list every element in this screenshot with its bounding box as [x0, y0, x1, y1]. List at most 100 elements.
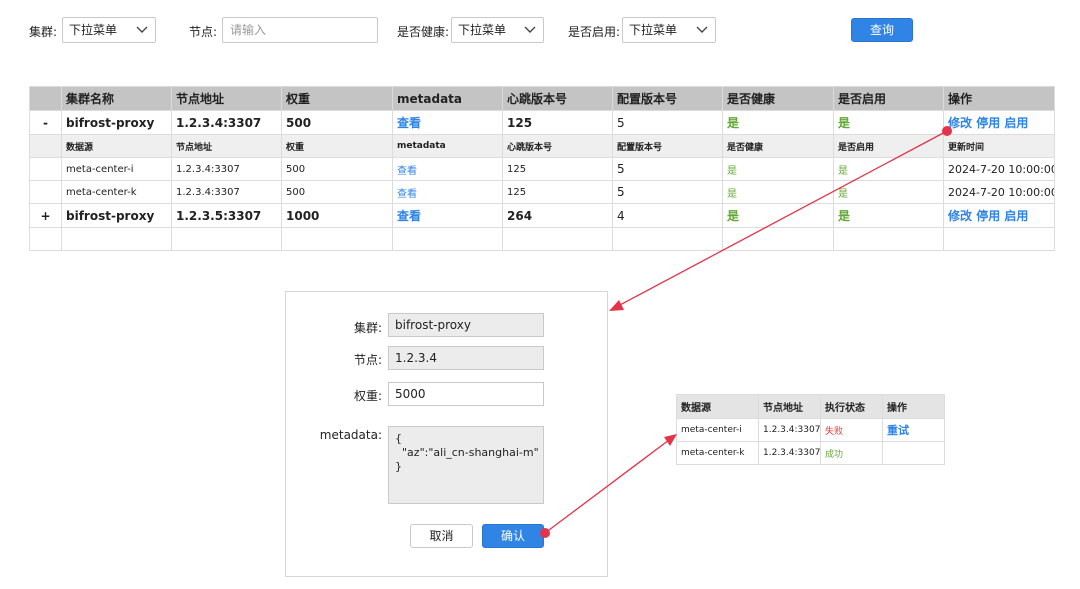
chevron-down-icon — [696, 26, 708, 33]
status-badge: 失败 — [820, 418, 883, 442]
cluster-name-cell: bifrost-proxy — [61, 203, 172, 228]
empty-cell — [29, 227, 62, 251]
form-cluster-label: 集群: — [353, 321, 382, 335]
edit-link[interactable]: 修改 — [948, 209, 972, 223]
collapse-toggle[interactable]: - — [29, 110, 62, 135]
confirm-button[interactable]: 确认 — [482, 524, 544, 548]
disable-link[interactable]: 停用 — [976, 116, 1000, 130]
enabled-cell: 是 — [833, 203, 944, 228]
weight-cell: 500 — [281, 157, 393, 181]
table-row: - bifrost-proxy 1.2.3.4:3307 500 查看 125 … — [29, 110, 1055, 135]
cluster-filter-label: 集群: — [29, 25, 58, 39]
empty-cell — [171, 227, 282, 251]
enable-link[interactable]: 启用 — [1004, 209, 1028, 223]
healthy-cell: 是 — [722, 157, 834, 181]
config-version-cell: 4 — [612, 203, 723, 228]
query-button[interactable]: 查询 — [851, 18, 913, 42]
arrow-head-icon — [609, 300, 624, 311]
sub-header-cell: 是否健康 — [722, 134, 834, 158]
sub-header-cell: 权重 — [281, 134, 393, 158]
enabled-filter-label: 是否启用: — [568, 25, 621, 39]
status-header-cell: 数据源 — [676, 394, 759, 419]
enabled-select-value: 下拉菜单 — [629, 23, 678, 37]
status-header-cell: 操作 — [882, 394, 945, 419]
disable-link[interactable]: 停用 — [976, 209, 1000, 223]
metadata-view-link[interactable]: 查看 — [392, 157, 503, 181]
actions-cell: 修改 停用 启用 — [943, 203, 1055, 228]
enabled-cell: 是 — [833, 157, 944, 181]
sub-row-spacer — [29, 180, 62, 204]
status-header-cell: 执行状态 — [820, 394, 883, 419]
weight-cell: 500 — [281, 180, 393, 204]
data-source-cell: meta-center-i — [676, 418, 759, 442]
sub-header-toggle-cell — [29, 134, 62, 158]
sub-header-cell: 配置版本号 — [612, 134, 723, 158]
sub-table-row: meta-center-k 1.2.3.4:3307 500 查看 125 5 … — [29, 180, 1055, 204]
data-source-cell: meta-center-i — [61, 157, 172, 181]
node-address-cell: 1.2.3.5:3307 — [171, 203, 282, 228]
metadata-view-link[interactable]: 查看 — [392, 180, 503, 204]
weight-input[interactable]: 5000 — [388, 382, 544, 406]
form-cluster-field: bifrost-proxy — [388, 313, 544, 337]
form-weight-label: 权重: — [353, 389, 382, 403]
sub-table-row: meta-center-i 1.2.3.4:3307 500 查看 125 5 … — [29, 157, 1055, 181]
retry-link[interactable]: 重试 — [882, 418, 945, 442]
header-cell: 节点地址 — [171, 86, 282, 111]
header-cell: metadata — [392, 86, 503, 111]
heartbeat-version-cell: 125 — [502, 110, 613, 135]
status-badge: 成功 — [820, 441, 883, 465]
header-cell: 心跳版本号 — [502, 86, 613, 111]
enabled-select[interactable]: 下拉菜单 — [622, 17, 716, 43]
node-address-cell: 1.2.3.4:3307 — [171, 157, 282, 181]
healthy-select-value: 下拉菜单 — [458, 23, 507, 37]
healthy-cell: 是 — [722, 203, 834, 228]
cancel-button[interactable]: 取消 — [410, 524, 473, 548]
sub-header-cell: metadata — [392, 134, 503, 158]
config-version-cell: 5 — [612, 180, 723, 204]
table-row: + bifrost-proxy 1.2.3.5:3307 1000 查看 264… — [29, 203, 1055, 228]
actions-cell: 修改 停用 启用 — [943, 110, 1055, 135]
empty-cell — [722, 227, 834, 251]
metadata-view-link[interactable]: 查看 — [392, 203, 503, 228]
node-address-cell: 1.2.3.4:3307 — [758, 418, 821, 442]
config-version-cell: 5 — [612, 110, 723, 135]
weight-cell: 500 — [281, 110, 393, 135]
sub-header-cell: 是否启用 — [833, 134, 944, 158]
header-cell: 是否健康 — [722, 86, 834, 111]
node-search-input[interactable]: 请输入 — [222, 17, 378, 43]
status-table-header: 数据源 节点地址 执行状态 操作 — [676, 394, 945, 419]
enable-link[interactable]: 启用 — [1004, 116, 1028, 130]
healthy-cell: 是 — [722, 110, 834, 135]
status-table-row: meta-center-i 1.2.3.4:3307 失败 重试 — [676, 418, 945, 442]
healthy-filter-label: 是否健康: — [397, 25, 450, 39]
enabled-cell: 是 — [833, 180, 944, 204]
sub-row-spacer — [29, 157, 62, 181]
empty-cell — [833, 227, 944, 251]
chevron-down-icon — [136, 26, 148, 33]
empty-cell — [502, 227, 613, 251]
node-address-cell: 1.2.3.4:3307 — [171, 110, 282, 135]
empty-cell — [392, 227, 503, 251]
healthy-cell: 是 — [722, 180, 834, 204]
enabled-cell: 是 — [833, 110, 944, 135]
cluster-select[interactable]: 下拉菜单 — [62, 17, 156, 43]
empty-cell — [61, 227, 172, 251]
cluster-name-cell: bifrost-proxy — [61, 110, 172, 135]
sub-header-cell: 心跳版本号 — [502, 134, 613, 158]
edit-link[interactable]: 修改 — [948, 116, 972, 130]
header-cell: 配置版本号 — [612, 86, 723, 111]
node-table: 集群名称 节点地址 权重 metadata 心跳版本号 配置版本号 是否健康 是… — [29, 86, 1055, 251]
header-cell: 操作 — [943, 86, 1055, 111]
healthy-select[interactable]: 下拉菜单 — [451, 17, 544, 43]
node-address-cell: 1.2.3.4:3307 — [171, 180, 282, 204]
heartbeat-version-cell: 125 — [502, 157, 613, 181]
header-cell: 是否启用 — [833, 86, 944, 111]
node-filter-label: 节点: — [189, 25, 218, 39]
form-metadata-label: metadata: — [319, 428, 382, 442]
metadata-textarea: { "az":"ali_cn-shanghai-m" } — [388, 426, 544, 504]
cluster-select-value: 下拉菜单 — [69, 23, 118, 37]
status-table-row: meta-center-k 1.2.3.4:3307 成功 — [676, 441, 945, 465]
metadata-view-link[interactable]: 查看 — [392, 110, 503, 135]
header-cell: 集群名称 — [61, 86, 172, 111]
expand-toggle[interactable]: + — [29, 203, 62, 228]
